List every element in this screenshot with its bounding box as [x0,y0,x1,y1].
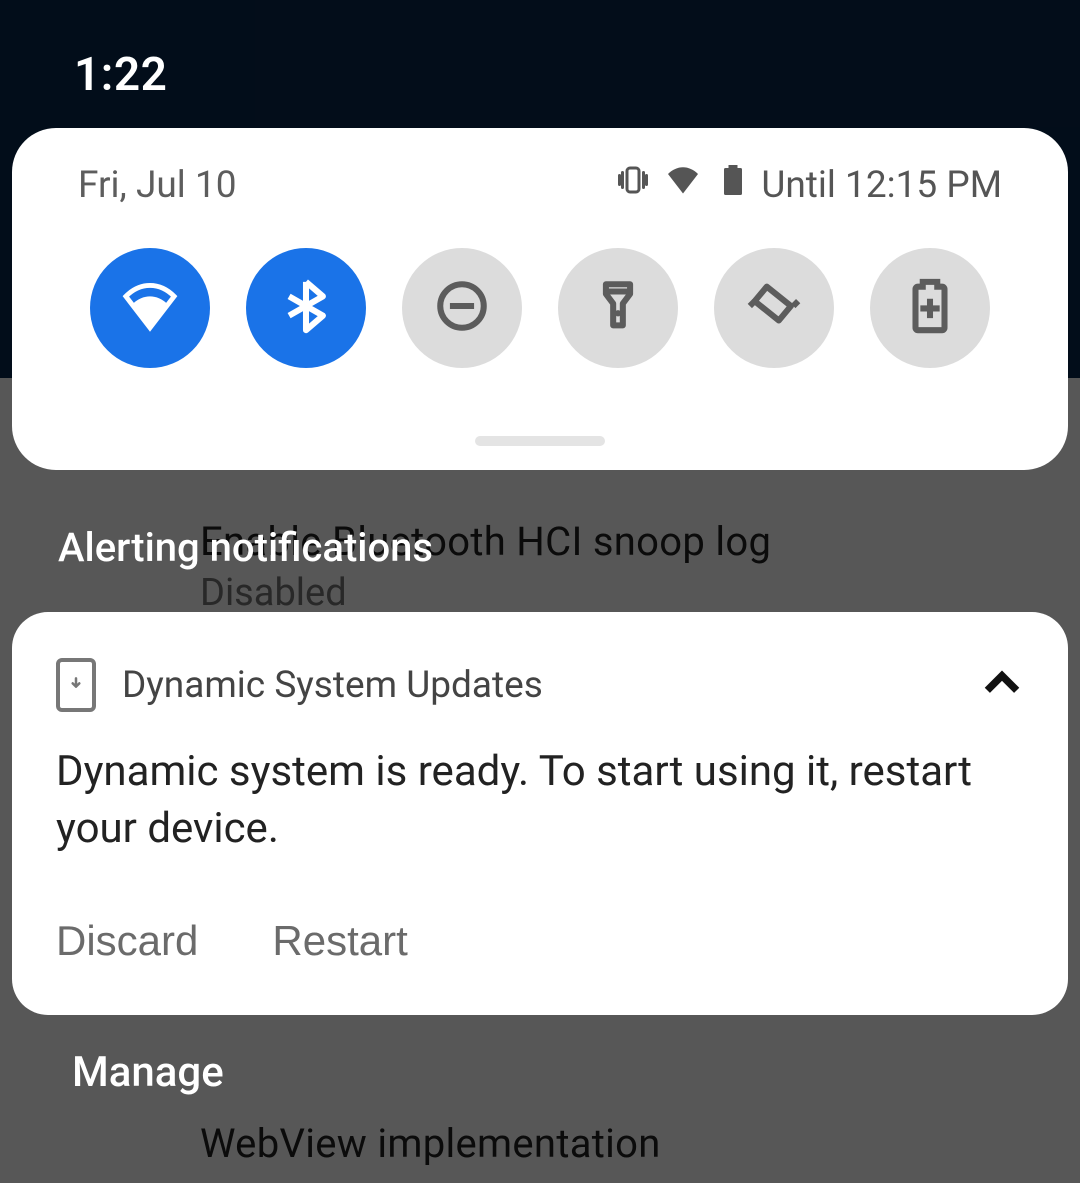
auto-rotate-icon [745,277,803,339]
status-bar-time: 1:22 [74,48,167,102]
quick-settings-drag-handle[interactable] [475,436,605,446]
vibrate-icon [615,162,651,208]
quick-settings-tiles [12,208,1068,368]
system-update-icon [56,658,96,712]
dnd-tile[interactable] [402,248,522,368]
battery-saver-icon [901,277,959,339]
bluetooth-tile[interactable] [246,248,366,368]
restart-button[interactable]: Restart [272,917,407,965]
dnd-icon [433,277,491,339]
battery-icon [715,162,751,208]
notification-header: Dynamic System Updates [56,658,1024,712]
notification-app-name: Dynamic System Updates [122,664,954,707]
collapse-button[interactable] [980,661,1024,709]
notification-actions: Discard Restart [56,917,1024,965]
battery-until-label: Until 12:15 PM [761,164,1002,207]
quick-settings-panel: Fri, Jul 10 Until 12:15 PM [12,128,1068,470]
notification-body: Dynamic system is ready. To start using … [56,744,1024,857]
discard-button[interactable]: Discard [56,917,198,965]
flashlight-tile[interactable] [558,248,678,368]
quick-settings-date[interactable]: Fri, Jul 10 [78,164,615,207]
bluetooth-icon [277,277,335,339]
wifi-icon [121,277,179,339]
manage-button[interactable]: Manage [72,1048,224,1097]
notification-card[interactable]: Dynamic System Updates Dynamic system is… [12,612,1068,1015]
quick-settings-header: Fri, Jul 10 Until 12:15 PM [12,162,1068,208]
wifi-tile[interactable] [90,248,210,368]
auto-rotate-tile[interactable] [714,248,834,368]
flashlight-icon [589,277,647,339]
alerting-section-header: Alerting notifications [58,524,433,571]
battery-saver-tile[interactable] [870,248,990,368]
wifi-icon [665,162,701,208]
